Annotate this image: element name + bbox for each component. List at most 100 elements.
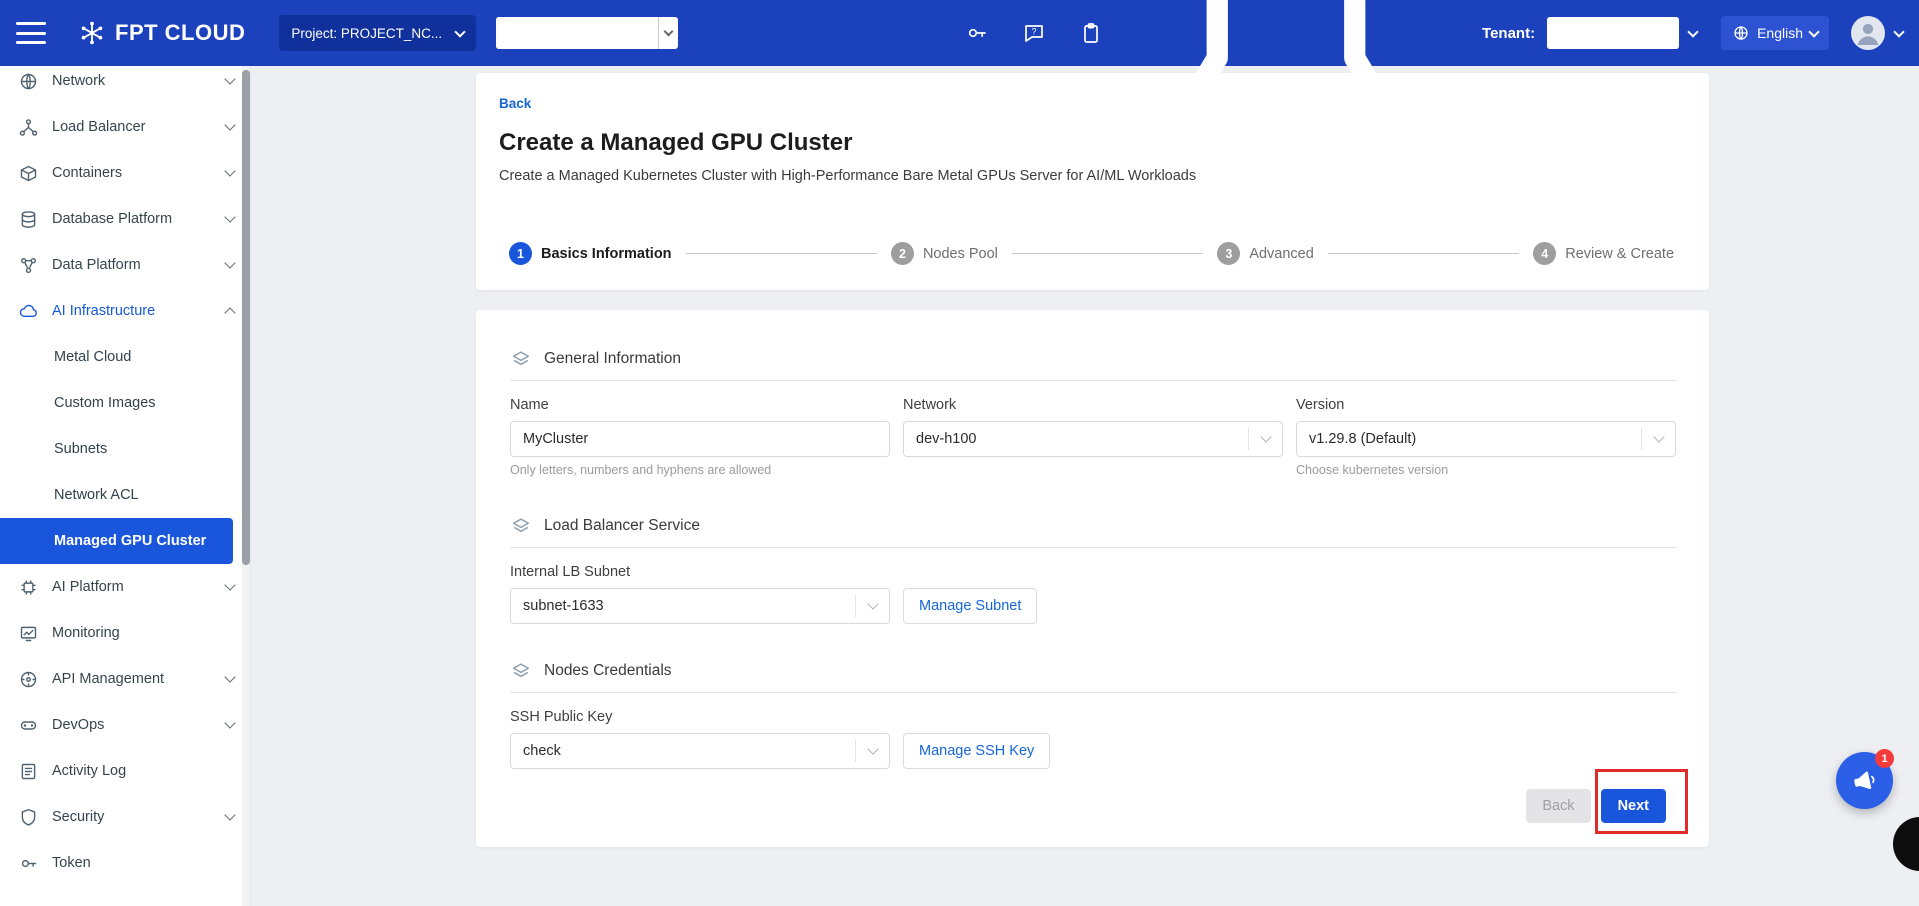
sidebar-item-monitoring[interactable]: Monitoring: [0, 610, 250, 656]
version-select[interactable]: v1.29.8 (Default): [1296, 421, 1676, 457]
wizard-stepper: 1 Basics Information 2 Nodes Pool 3 Adva…: [499, 242, 1676, 265]
network-select[interactable]: dev-h100: [903, 421, 1283, 457]
global-search: [496, 17, 678, 49]
notifications[interactable]: 73: [1136, 0, 1436, 183]
chevron-down-icon: [224, 809, 235, 820]
sidebar-item-ai-infrastructure[interactable]: AI Infrastructure: [0, 288, 250, 334]
step-number: 3: [1217, 242, 1240, 265]
globe-icon: [1732, 24, 1750, 42]
wizard-actions: Back Next: [1526, 789, 1666, 823]
cube-icon: [18, 163, 39, 184]
tenant-box: [1547, 17, 1679, 49]
step-label: Nodes Pool: [923, 246, 998, 262]
ssh-public-key-select[interactable]: check: [510, 733, 890, 769]
avatar-caret-down-icon[interactable]: [1893, 26, 1904, 37]
manage-ssh-key-button[interactable]: Manage SSH Key: [903, 733, 1050, 769]
step-connector: [1328, 253, 1519, 254]
sidebar-item-security[interactable]: Security: [0, 794, 250, 840]
global-search-input[interactable]: [496, 17, 658, 49]
sidebar-subitem-metal-cloud[interactable]: Metal Cloud: [0, 334, 250, 380]
sidebar-subitem-custom-images[interactable]: Custom Images: [0, 380, 250, 426]
tenant-label: Tenant:: [1482, 25, 1535, 42]
sidebar-item-ai-platform[interactable]: AI Platform: [0, 564, 250, 610]
sidebar-subitem-managed-gpu-cluster[interactable]: Managed GPU Cluster: [0, 518, 233, 564]
back-button[interactable]: Back: [1526, 789, 1590, 823]
layers-icon: [510, 348, 532, 370]
chat-help-icon[interactable]: ?: [1022, 21, 1046, 45]
brand-logo[interactable]: FPT CLOUD: [78, 19, 245, 47]
bell-icon: [1136, 0, 1436, 183]
top-navbar: FPT CLOUD Project: PROJECT_NC... ?: [0, 0, 1919, 66]
chevron-down-icon: [1260, 431, 1271, 442]
field-version: Version v1.29.8 (Default) Choose kuberne…: [1296, 397, 1676, 477]
step-review-create: 4 Review & Create: [1533, 242, 1674, 265]
sidebar-item-activity-log[interactable]: Activity Log: [0, 748, 250, 794]
select-dropdown: [855, 740, 889, 762]
sidebar-item-label: Data Platform: [52, 257, 226, 273]
sidebar-item-label: Monitoring: [52, 625, 234, 641]
chevron-down-icon: [867, 598, 878, 609]
user-avatar-icon[interactable]: [1851, 16, 1885, 50]
step-label: Basics Information: [541, 246, 672, 262]
chip-icon: [18, 577, 39, 598]
internal-lb-subnet-select[interactable]: subnet-1633: [510, 588, 890, 624]
select-dropdown: [1641, 428, 1675, 450]
sidebar-item-load-balancer[interactable]: Load Balancer: [0, 104, 250, 150]
brand-logo-icon: [78, 19, 106, 47]
search-dropdown-button[interactable]: [658, 17, 678, 49]
sidebar-scrollbar-track: [242, 66, 250, 906]
section-load-balancer-service: Load Balancer Service: [510, 515, 1676, 537]
sidebar-item-containers[interactable]: Containers: [0, 150, 250, 196]
sidebar-item-label: Security: [52, 809, 226, 825]
sidebar-scrollbar-thumb[interactable]: [242, 70, 250, 565]
layers-icon: [510, 515, 532, 537]
language-selector[interactable]: English: [1721, 16, 1829, 50]
field-helper: Choose kubernetes version: [1296, 463, 1676, 477]
tenant-input[interactable]: [1547, 17, 1679, 49]
chevron-down-icon: [224, 671, 235, 682]
manage-subnet-button[interactable]: Manage Subnet: [903, 588, 1037, 624]
field-helper: Only letters, numbers and hyphens are al…: [510, 463, 890, 477]
sidebar-item-label: AI Infrastructure: [52, 303, 226, 319]
network-select-value: dev-h100: [916, 431, 1248, 447]
section-title: Load Balancer Service: [544, 517, 700, 535]
back-link[interactable]: Back: [499, 96, 531, 111]
sidebar-item-api-management[interactable]: API Management: [0, 656, 250, 702]
project-selector[interactable]: Project: PROJECT_NC...: [279, 15, 476, 51]
cluster-name-input[interactable]: [510, 421, 890, 457]
subnet-select-value: subnet-1633: [523, 598, 855, 614]
clipboard-icon[interactable]: [1079, 21, 1103, 45]
sidebar-item-token[interactable]: Token: [0, 840, 250, 886]
sidebar-item-label: AI Platform: [52, 579, 226, 595]
sidebar-subitem-network-acl[interactable]: Network ACL: [0, 472, 250, 518]
announcements-fab[interactable]: 1: [1836, 752, 1893, 809]
version-select-value: v1.29.8 (Default): [1309, 431, 1641, 447]
field-label: Network: [903, 397, 1283, 413]
sidebar-subitem-subnets[interactable]: Subnets: [0, 426, 250, 472]
sidebar-item-devops[interactable]: DevOps: [0, 702, 250, 748]
brand-text: FPT CLOUD: [115, 20, 245, 46]
database-icon: [18, 209, 39, 230]
sidebar-item-network[interactable]: Network: [0, 66, 250, 104]
section-title: Nodes Credentials: [544, 662, 672, 680]
chevron-down-icon: [224, 119, 235, 130]
form-card: General Information Name Only letters, n…: [476, 310, 1709, 847]
monitor-icon: [18, 623, 39, 644]
sidebar-item-database-platform[interactable]: Database Platform: [0, 196, 250, 242]
announcements-badge: 1: [1875, 749, 1894, 768]
field-label: Version: [1296, 397, 1676, 413]
key-icon[interactable]: [965, 21, 989, 45]
sidebar-item-label: Activity Log: [52, 763, 234, 779]
step-label: Advanced: [1249, 246, 1314, 262]
next-button[interactable]: Next: [1601, 789, 1666, 823]
sidebar-item-data-platform[interactable]: Data Platform: [0, 242, 250, 288]
field-name: Name Only letters, numbers and hyphens a…: [510, 397, 890, 477]
select-dropdown: [855, 595, 889, 617]
chevron-down-icon: [1653, 431, 1664, 442]
shield-icon: [18, 807, 39, 828]
section-title: General Information: [544, 350, 681, 368]
chevron-down-icon: [224, 579, 235, 590]
tenant-caret-down-icon[interactable]: [1687, 26, 1698, 37]
menu-icon[interactable]: [16, 22, 46, 44]
project-selector-label: Project: PROJECT_NC...: [291, 26, 442, 41]
